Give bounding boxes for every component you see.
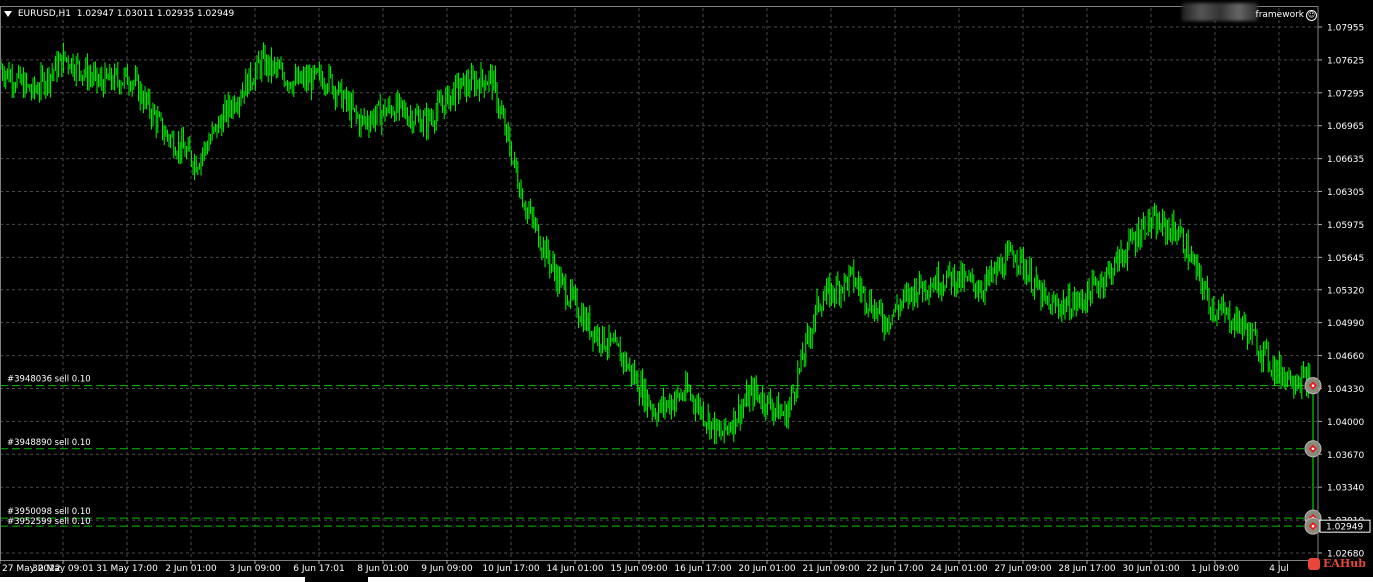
y-tick-label: 1.06965: [1327, 122, 1364, 132]
x-tick-label: 15 Jun 09:00: [610, 564, 667, 574]
x-tick-label: 9 Jun 09:00: [421, 564, 473, 574]
chart-header: EURUSD,H1 1.02947 1.03011 1.02935 1.0294…: [4, 9, 234, 19]
order-label: #3948036 sell 0.10: [7, 375, 91, 385]
x-tick-label: 10 Jun 17:00: [482, 564, 539, 574]
x-tick-label: 16 Jun 17:00: [674, 564, 731, 574]
eahub-brand: EAHub: [1323, 557, 1367, 570]
price-bars: [0, 42, 1314, 534]
scrollbar-segment[interactable]: [0, 577, 305, 582]
y-tick-label: 1.07625: [1327, 56, 1364, 66]
order-marker[interactable]: [1304, 377, 1322, 395]
y-tick-label: 1.04000: [1327, 418, 1364, 428]
x-tick-label: 1 Jul 09:00: [1191, 564, 1240, 574]
x-tick-label: 6 Jun 17:01: [293, 564, 344, 574]
y-tick-label: 1.06635: [1327, 155, 1364, 165]
x-tick-label: 2 Jun 01:00: [165, 564, 217, 574]
y-tick-label: 1.03670: [1327, 451, 1364, 461]
x-tick-label: 22 Jun 17:00: [866, 564, 923, 574]
framework-label: framework: [1255, 10, 1304, 20]
x-tick-label: 24 Jun 01:00: [930, 564, 987, 574]
y-tick-label: 1.04660: [1327, 352, 1364, 362]
order-marker-dot: [1311, 384, 1315, 387]
y-tick-label: 1.03340: [1327, 484, 1364, 494]
scrollbar-track[interactable]: [368, 577, 1373, 582]
blurred-region: [1182, 3, 1258, 21]
x-tick-label: 14 Jun 01:00: [546, 564, 603, 574]
price-chart[interactable]: #3948036 sell 0.10 #3948890 sell 0.10 #395…: [0, 0, 1373, 582]
current-price-label: 1.02949: [1326, 523, 1363, 533]
chart-grid: [0, 8, 1318, 560]
x-tick-label: 3 Jun 09:00: [229, 564, 281, 574]
y-tick-label: 1.04330: [1327, 385, 1364, 395]
dropdown-arrow-icon[interactable]: [4, 10, 12, 17]
symbol-label: EURUSD,H1: [17, 9, 71, 19]
x-tick-label: 21 Jun 09:00: [802, 564, 859, 574]
framework-label-wrap: framework ☺: [1256, 10, 1317, 21]
order-marker-dot: [1311, 447, 1315, 451]
y-tick-label: 1.07295: [1327, 89, 1364, 99]
ohlc-values: 1.02947 1.03011 1.02935 1.02949: [76, 9, 235, 19]
x-tick-label: 30 Jun 01:00: [1122, 564, 1179, 574]
x-tick-label: 28 Jun 17:00: [1058, 564, 1115, 574]
eahub-logo-icon: [1308, 558, 1320, 570]
y-tick-label: 1.07955: [1327, 24, 1364, 34]
x-tick-label: 20 Jun 01:00: [738, 564, 795, 574]
x-tick-label: 31 May 17:00: [96, 564, 158, 574]
x-tick-label: 4 Jul: [1269, 564, 1288, 574]
order-label: #3950098 sell 0.10: [7, 507, 91, 517]
order-label: #3948890 sell 0.10: [7, 438, 91, 448]
x-tick-label: 8 Jun 01:00: [357, 564, 409, 574]
price-bars-path: [0, 42, 1311, 445]
y-tick-label: 1.05645: [1327, 254, 1364, 264]
y-tick-label: 1.06305: [1327, 188, 1364, 198]
smiley-icon: ☺: [1306, 10, 1317, 21]
order-label: #3952599 sell 0.10: [7, 517, 91, 527]
x-tick-label: 27 Jun 09:00: [994, 564, 1051, 574]
plot-frame: [0, 6, 1319, 561]
order-lines: #3948036 sell 0.10 #3948890 sell 0.10 #395…: [0, 375, 1318, 527]
y-tick-label: 1.05975: [1327, 221, 1364, 231]
x-tick-label: 30 May 09:01: [32, 564, 94, 574]
order-marker-dot: [1311, 524, 1315, 528]
y-tick-label: 1.05320: [1327, 286, 1364, 296]
y-tick-label: 1.04990: [1327, 319, 1364, 329]
